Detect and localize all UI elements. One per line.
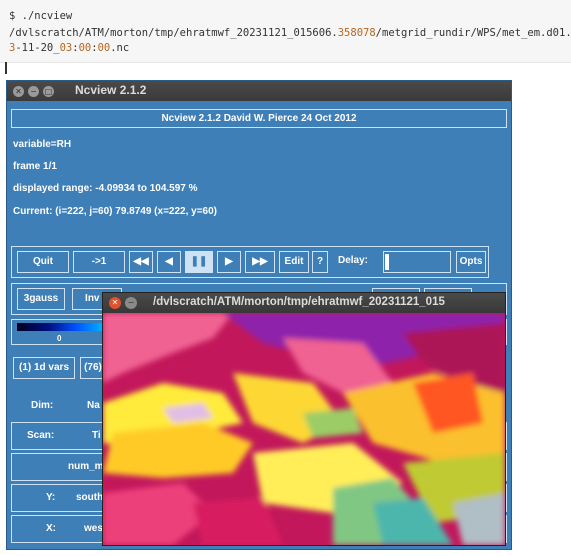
variable-label: variable=RH	[13, 139, 72, 150]
pause-icon[interactable]: ❚❚	[185, 251, 213, 273]
terminal-command: $ ./ncview	[9, 10, 73, 22]
scan-label: Scan:	[27, 430, 55, 441]
one-d-vars-button[interactable]: (1) 1d vars	[13, 357, 75, 379]
minimize-icon[interactable]: −	[125, 297, 137, 309]
edit-button[interactable]: Edit	[279, 251, 309, 273]
image-window-titlebar[interactable]: ✕ − /dvlscratch/ATM/morton/tmp/ehratmwf_…	[103, 293, 505, 313]
help-button[interactable]: ?	[312, 251, 328, 273]
current-value-label: Current: (i=222, j=60) 79.8749 (x=222, y…	[13, 206, 218, 217]
colormap-button[interactable]: 3gauss	[17, 288, 65, 310]
ncview-titlebar[interactable]: ✕ − □ Ncview 2.1.2	[7, 81, 511, 101]
close-icon[interactable]: ✕	[13, 86, 24, 97]
colorbar-tick-zero: 0	[57, 334, 62, 343]
dim-value: Na	[87, 400, 100, 411]
frame-label: frame 1/1	[13, 161, 57, 172]
y-label: Y:	[46, 492, 56, 503]
rewind-icon[interactable]: ◀◀	[129, 251, 153, 273]
terminal-path-line-2: 3-11-20_03:00:00.nc	[9, 42, 130, 54]
terminal-output: $ ./ncview /dvlscratch/ATM/morton/tmp/eh…	[0, 0, 571, 63]
options-button[interactable]: Opts	[456, 251, 486, 273]
maximize-icon[interactable]: □	[43, 86, 54, 97]
reset-to-first-button[interactable]: ->1	[73, 251, 125, 273]
delay-label: Delay:	[338, 255, 369, 266]
rh-field-map[interactable]	[103, 313, 505, 545]
step-forward-icon[interactable]: ▶	[217, 251, 241, 273]
window-title: Ncview 2.1.2	[75, 83, 147, 97]
slider-thumb[interactable]	[385, 254, 389, 270]
quit-button[interactable]: Quit	[17, 251, 69, 273]
version-banner: Ncview 2.1.2 David W. Pierce 24 Oct 2012	[11, 109, 507, 128]
fast-forward-icon[interactable]: ▶▶	[245, 251, 275, 273]
terminal-path-line: /dvlscratch/ATM/morton/tmp/ehratmwf_2023…	[9, 27, 571, 39]
dim-label: Dim:	[31, 400, 54, 411]
image-window: ✕ − /dvlscratch/ATM/morton/tmp/ehratmwf_…	[102, 292, 506, 546]
x-label: X:	[46, 523, 56, 534]
scan-value[interactable]: Ti	[92, 423, 101, 449]
y-value[interactable]: south	[76, 485, 103, 511]
minimize-icon[interactable]: −	[28, 86, 39, 97]
colorbar-gradient	[17, 323, 107, 331]
step-back-icon[interactable]: ◀	[157, 251, 181, 273]
terminal-cursor	[5, 62, 7, 74]
delay-slider[interactable]	[383, 251, 451, 273]
num-value[interactable]: num_m	[68, 454, 104, 480]
image-window-title: /dvlscratch/ATM/morton/tmp/ehratmwf_2023…	[153, 296, 445, 308]
close-icon[interactable]: ✕	[109, 297, 121, 309]
range-label: displayed range: -4.09934 to 104.597 %	[13, 183, 198, 194]
control-button-row: Quit ->1 ◀◀ ◀ ❚❚ ▶ ▶▶ Edit ? Delay: Opts	[11, 246, 489, 278]
